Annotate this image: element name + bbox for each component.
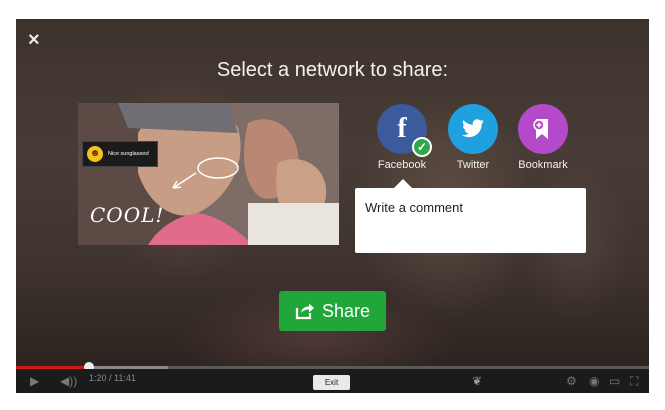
twitter-bird-icon	[462, 119, 484, 138]
twitter-icon[interactable]	[448, 104, 498, 154]
facebook-icon[interactable]: f ✓	[377, 104, 432, 157]
share-button-label: Share	[321, 300, 371, 321]
close-icon[interactable]: ×	[28, 30, 40, 50]
sticker-text: Nice sunglasses!	[108, 150, 150, 157]
network-label-bookmark: Bookmark	[518, 159, 568, 171]
comment-pointer	[394, 179, 412, 188]
time-display: 1:20 / 11:41	[89, 373, 136, 383]
bookmark-plus-icon	[533, 119, 548, 139]
volume-icon[interactable]: ◀))	[60, 374, 77, 388]
share-title: Select a network to share:	[216, 59, 449, 81]
share-button[interactable]: Share	[279, 291, 386, 331]
play-icon[interactable]: ▶	[30, 374, 39, 388]
emoji-face-icon: ☻	[87, 146, 103, 162]
network-label-twitter: Twitter	[456, 159, 490, 171]
network-twitter[interactable]: Twitter	[433, 104, 513, 171]
network-label-facebook: Facebook	[377, 159, 427, 171]
video-frame-preview: ☻ Nice sunglasses! COOL!	[78, 103, 339, 245]
hd-icon[interactable]: ◉	[589, 374, 599, 388]
exit-button[interactable]: Exit	[313, 375, 350, 390]
video-player: × Select a network to share: ☻ Nice sung…	[16, 19, 649, 393]
selected-check-icon: ✓	[412, 137, 432, 157]
comment-sticker: ☻ Nice sunglasses!	[82, 141, 158, 167]
settings-icon[interactable]: ⚙	[566, 374, 577, 388]
theater-icon[interactable]: ▭	[609, 374, 620, 388]
comment-input[interactable]: Write a comment	[355, 188, 586, 253]
bookmark-icon[interactable]	[518, 104, 568, 154]
logo-icon: ❦	[472, 374, 483, 388]
fullscreen-icon[interactable]: ⛶	[630, 374, 638, 389]
handwritten-annotation: COOL!	[90, 203, 165, 227]
network-bookmark[interactable]: Bookmark	[503, 104, 583, 171]
share-arrow-icon	[295, 303, 314, 320]
network-facebook[interactable]: f ✓ Facebook	[362, 104, 442, 171]
